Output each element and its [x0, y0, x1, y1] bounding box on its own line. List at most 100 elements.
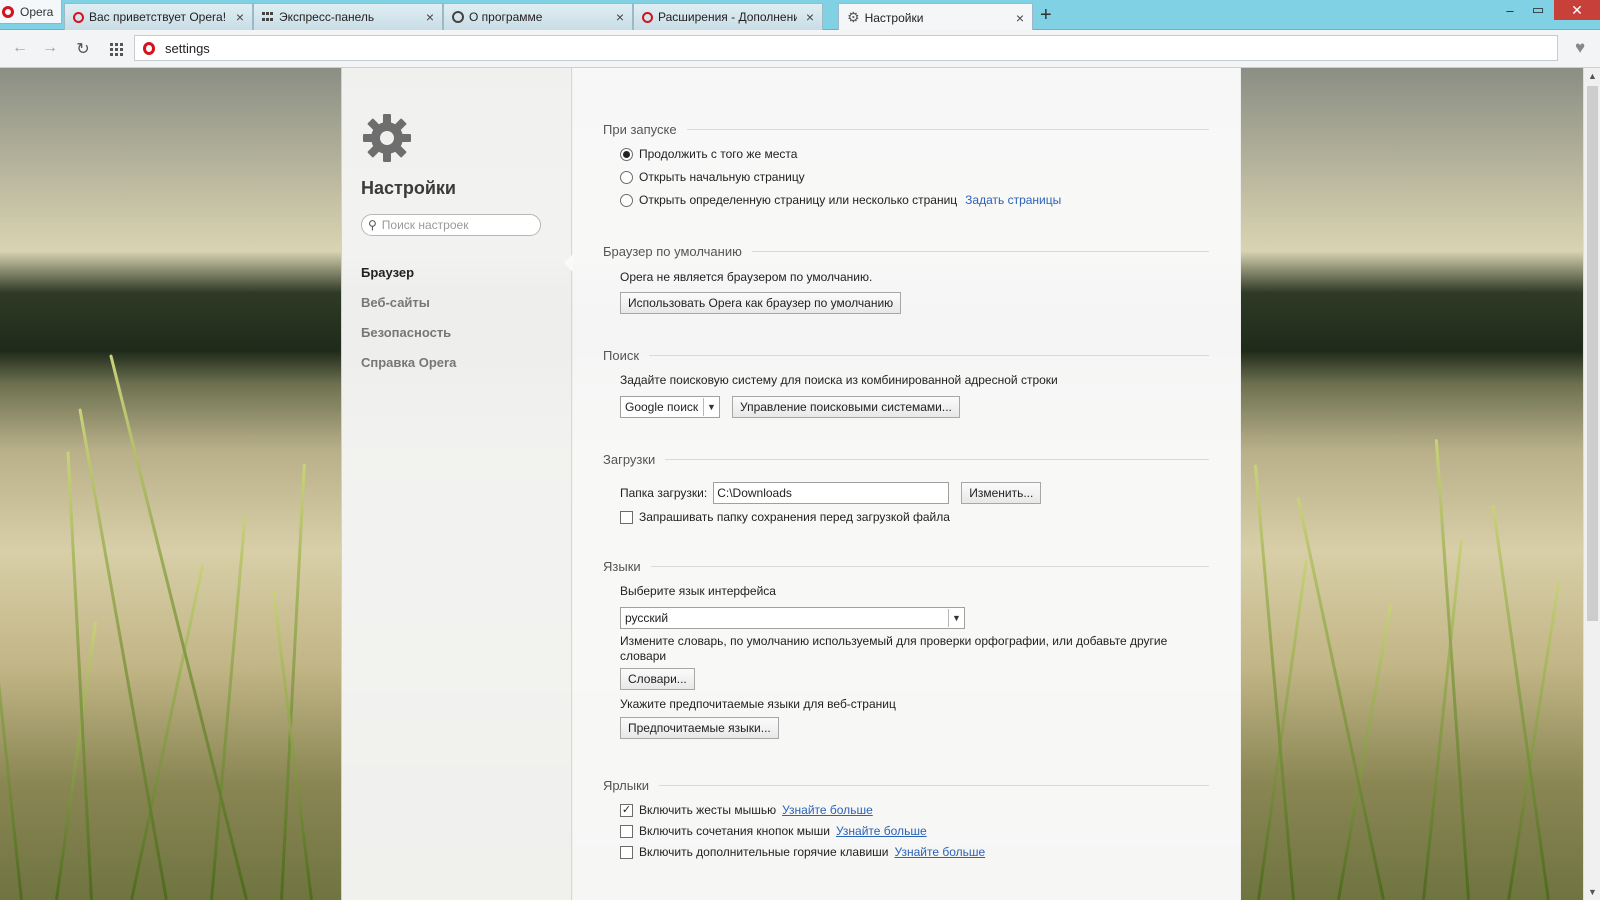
reload-icon[interactable]: ↻ — [73, 39, 93, 59]
ui-language-select[interactable]: русский ▼ — [620, 607, 965, 629]
heart-icon[interactable]: ♥ — [1565, 35, 1595, 61]
maximize-button[interactable]: ▭ — [1524, 0, 1552, 20]
forward-arrow-icon[interactable]: → — [40, 39, 60, 57]
tab-label: Вас приветствует Opera! — [89, 10, 227, 24]
close-tab-icon[interactable]: × — [806, 9, 814, 25]
tab-label: Расширения - Дополнения — [658, 10, 797, 24]
download-folder-field[interactable] — [713, 482, 950, 504]
address-text: settings — [165, 40, 210, 56]
startup-option-continue[interactable]: Продолжить с того же места — [620, 147, 797, 161]
section-title: При запуске — [603, 122, 1209, 137]
sidebar-item-help[interactable]: Справка Opera — [361, 348, 456, 378]
opera-icon — [73, 11, 84, 23]
settings-gear-icon — [363, 114, 411, 162]
mouse-gestures-option[interactable]: ✓ Включить жесты мышью Узнайте больше — [620, 803, 873, 817]
section-title: Браузер по умолчанию — [603, 244, 1209, 259]
tab-welcome[interactable]: Вас приветствует Opera! × — [64, 3, 253, 30]
dictionary-text-1: Измените словарь, по умолчанию используе… — [620, 634, 1168, 648]
sidebar-item-browser[interactable]: Браузер — [361, 258, 456, 288]
opera-logo-icon — [2, 5, 14, 18]
minimize-button[interactable]: – — [1496, 0, 1524, 20]
tab-label: Экспресс-панель — [279, 10, 375, 24]
option-label: Открыть начальную страницу — [639, 170, 805, 184]
radio-button[interactable] — [620, 193, 633, 207]
change-folder-button[interactable]: Изменить... — [961, 482, 1042, 504]
close-tab-icon[interactable]: × — [426, 9, 434, 25]
sidebar-item-websites[interactable]: Веб-сайты — [361, 288, 456, 318]
startup-option-home[interactable]: Открыть начальную страницу — [620, 170, 805, 184]
close-tab-icon[interactable]: × — [1016, 10, 1024, 26]
section-startup: При запуске Продолжить с того же места О… — [603, 122, 1209, 222]
checkbox[interactable] — [620, 824, 633, 838]
new-tab-button[interactable]: + — [1040, 4, 1052, 27]
download-folder-row: Папка загрузки: Изменить... — [620, 482, 1042, 504]
opera-icon — [642, 11, 653, 23]
set-pages-link[interactable]: Задать страницы — [965, 193, 1061, 207]
checkbox[interactable] — [620, 845, 633, 859]
section-search: Поиск Задайте поисковую систему для поис… — [603, 348, 1209, 428]
opera-menu-button[interactable]: Opera — [0, 0, 62, 24]
close-tab-icon[interactable]: × — [616, 9, 624, 25]
back-arrow-icon[interactable]: ← — [10, 39, 30, 57]
tab-extensions[interactable]: Расширения - Дополнения × — [633, 3, 823, 30]
settings-content: При запуске Продолжить с того же места О… — [573, 68, 1241, 900]
manage-search-engines-button[interactable]: Управление поисковыми системами... — [732, 396, 960, 418]
preferred-languages-text: Укажите предпочитаемые языки для веб-стр… — [620, 697, 896, 711]
default-browser-row: Использовать Opera как браузер по умолча… — [620, 292, 902, 314]
close-window-button[interactable]: ✕ — [1554, 0, 1600, 20]
learn-more-link[interactable]: Узнайте больше — [895, 845, 986, 859]
select-value: русский — [625, 611, 669, 625]
tab-label: О программе — [469, 10, 543, 24]
grid-icon — [262, 12, 274, 22]
page-title: Настройки — [361, 178, 456, 198]
preferred-languages-button[interactable]: Предпочитаемые языки... — [620, 717, 779, 739]
section-shortcuts: Ярлыки ✓ Включить жесты мышью Узнайте бо… — [603, 778, 1209, 888]
radio-button[interactable] — [620, 170, 633, 184]
tab-settings[interactable]: ⚙ Настройки × — [838, 3, 1033, 31]
section-title: Ярлыки — [603, 778, 1209, 793]
search-icon: ⚲ — [368, 218, 377, 232]
close-tab-icon[interactable]: × — [236, 9, 244, 25]
speed-dial-grid-icon[interactable] — [110, 43, 123, 56]
option-label: Включить дополнительные горячие клавиши — [639, 845, 889, 859]
settings-search-input[interactable] — [381, 218, 532, 232]
extra-hotkeys-option[interactable]: Включить дополнительные горячие клавиши … — [620, 845, 985, 859]
dictionary-row: Словари... — [620, 668, 695, 690]
dictionary-text-2: словари — [620, 649, 667, 663]
section-languages: Языки Выберите язык интерфейса русский ▼… — [603, 559, 1209, 759]
dictionaries-button[interactable]: Словари... — [620, 668, 695, 690]
title-bar: Opera Вас приветствует Opera! × Экспресс… — [0, 0, 1600, 31]
tab-speed-dial[interactable]: Экспресс-панель × — [253, 3, 443, 30]
scroll-up-icon[interactable]: ▲ — [1584, 71, 1600, 81]
section-title: Языки — [603, 559, 1209, 574]
checkbox-checked[interactable]: ✓ — [620, 803, 633, 817]
sidebar-item-security[interactable]: Безопасность — [361, 318, 456, 348]
opera-outline-icon — [452, 11, 464, 23]
reeds-right — [1242, 276, 1582, 900]
radio-button[interactable] — [620, 147, 633, 161]
search-controls: Google поиск ▼ Управление поисковыми сис… — [620, 396, 960, 418]
section-default-browser: Браузер по умолчанию Opera не является б… — [603, 244, 1209, 324]
learn-more-link[interactable]: Узнайте больше — [836, 824, 927, 838]
scroll-thumb[interactable] — [1587, 86, 1598, 621]
startup-option-specific[interactable]: Открыть определенную страницу или нескол… — [620, 193, 1061, 207]
scroll-down-icon[interactable]: ▼ — [1584, 887, 1600, 897]
rocker-gestures-option[interactable]: Включить сочетания кнопок мыши Узнайте б… — [620, 824, 927, 838]
checkbox[interactable] — [620, 510, 633, 524]
option-label: Запрашивать папку сохранения перед загру… — [639, 510, 950, 524]
learn-more-link[interactable]: Узнайте больше — [782, 803, 873, 817]
ui-language-row: русский ▼ — [620, 607, 965, 629]
make-default-button[interactable]: Использовать Opera как браузер по умолча… — [620, 292, 902, 314]
page-scrollbar[interactable]: ▲ ▼ — [1583, 68, 1600, 900]
default-browser-status: Opera не является браузером по умолчанию… — [620, 270, 873, 284]
section-title: Загрузки — [603, 452, 1209, 467]
tab-about[interactable]: О программе × — [443, 3, 633, 30]
ui-language-label: Выберите язык интерфейса — [620, 584, 776, 598]
ask-folder-option[interactable]: Запрашивать папку сохранения перед загру… — [620, 510, 950, 524]
chevron-down-icon: ▼ — [703, 398, 719, 416]
preferred-row: Предпочитаемые языки... — [620, 717, 779, 739]
address-bar[interactable]: settings — [134, 35, 1558, 61]
select-value: Google поиск — [625, 400, 699, 414]
settings-search[interactable]: ⚲ — [361, 214, 541, 236]
search-engine-select[interactable]: Google поиск ▼ — [620, 396, 720, 418]
